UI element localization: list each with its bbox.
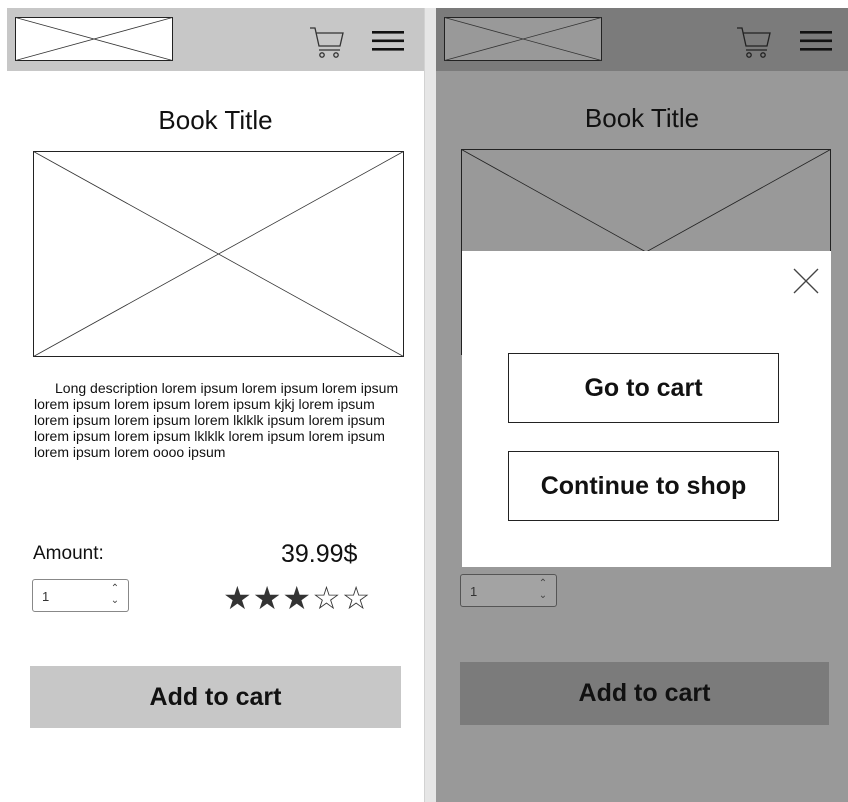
logo-placeholder-icon[interactable] <box>15 17 173 61</box>
screen-divider <box>425 8 436 802</box>
stepper-arrows: ⌃ ⌄ <box>536 578 550 604</box>
chevron-up-icon[interactable]: ⌃ <box>108 583 122 595</box>
book-title: Book Title <box>584 103 700 133</box>
stepper-arrows[interactable]: ⌃ ⌄ <box>108 583 122 609</box>
app-header <box>7 8 424 71</box>
hamburger-menu-icon[interactable] <box>372 30 404 52</box>
book-description: Long description lorem ipsum lorem ipsum… <box>34 380 399 460</box>
shopping-cart-icon[interactable] <box>309 25 345 59</box>
chevron-down-icon: ⌄ <box>538 590 548 601</box>
add-to-cart-modal: Go to cart Continue to shop <box>462 251 831 567</box>
product-screen: Book Title Long description lorem ipsum … <box>7 8 425 802</box>
go-to-cart-button[interactable]: Go to cart <box>508 353 779 423</box>
app-header-dimmed <box>436 8 848 71</box>
quantity-stepper: 1 ⌃ ⌄ <box>460 574 557 607</box>
book-title: Book Title <box>158 105 273 135</box>
price: 39.99$ <box>281 540 358 568</box>
modal-screen: Book Title 1 ⌃ ⌄ Add to cart Go to cart … <box>436 8 848 802</box>
chevron-down-icon[interactable]: ⌄ <box>108 595 122 607</box>
star-rating: ★★★☆☆ <box>223 580 372 616</box>
quantity-value: 1 <box>42 589 50 604</box>
add-to-cart-button[interactable]: Add to cart <box>30 666 401 728</box>
hamburger-menu-icon <box>800 31 832 51</box>
add-to-cart-button: Add to cart <box>460 662 829 725</box>
book-cover-image <box>33 151 404 357</box>
shopping-cart-icon <box>737 27 771 58</box>
logo-placeholder-icon <box>444 17 602 61</box>
continue-to-shop-button[interactable]: Continue to shop <box>508 451 779 521</box>
amount-label: Amount: <box>33 543 104 564</box>
quantity-stepper[interactable]: 1 ⌃ ⌄ <box>32 579 129 612</box>
quantity-value: 1 <box>470 584 478 599</box>
chevron-up-icon: ⌃ <box>538 578 548 589</box>
close-icon[interactable] <box>793 268 819 294</box>
